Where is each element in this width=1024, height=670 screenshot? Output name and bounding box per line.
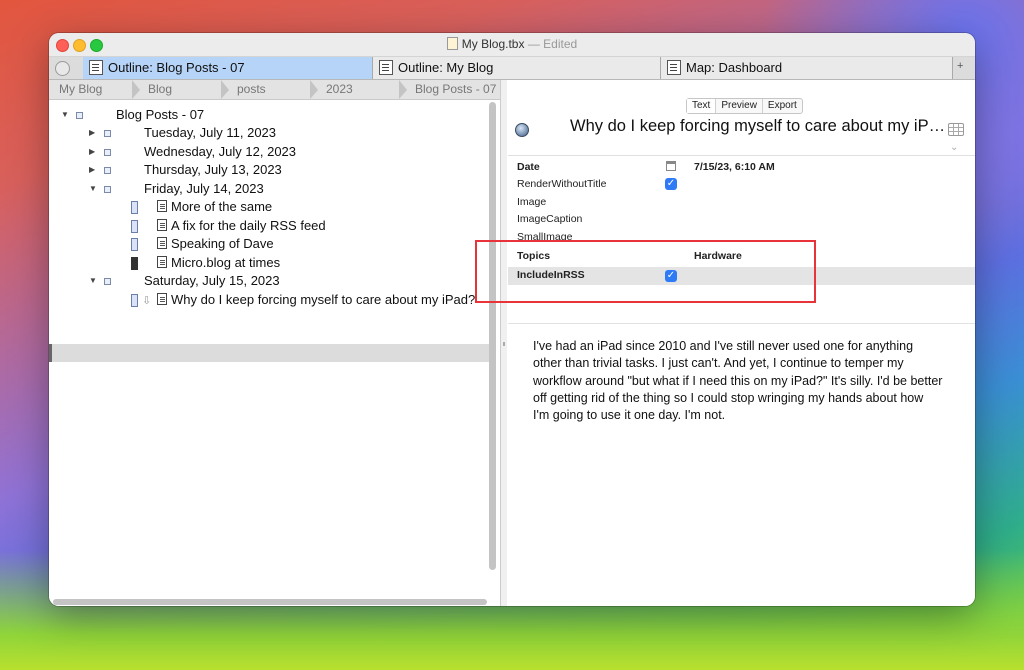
map-icon <box>667 60 681 75</box>
disclosure-collapsed-icon[interactable]: ▶ <box>89 124 95 142</box>
outline-day-label: Thursday, July 13, 2023 <box>144 162 282 177</box>
note-badge-bubble-icon[interactable] <box>515 123 529 137</box>
attribute-key: Date <box>517 161 540 173</box>
tab-label: Outline: Blog Posts - 07 <box>108 60 245 75</box>
outline-horizontal-scrollbar[interactable] <box>53 599 487 605</box>
attribute-row-date: Date 7/15/23, 6:10 AM <box>508 159 975 176</box>
app-window: My Blog.tbx — Edited Outline: Blog Posts… <box>49 33 975 606</box>
outline-day-label: Friday, July 14, 2023 <box>144 180 264 196</box>
tab-label: Map: Dashboard <box>686 60 783 75</box>
container-icon <box>104 185 111 193</box>
note-badge-icon <box>131 219 138 233</box>
outline-day-label: Saturday, July 15, 2023 <box>144 273 280 288</box>
attribute-row-render-without-title: RenderWithoutTitle ✓ <box>508 176 975 193</box>
breadcrumb-item[interactable]: My Blog <box>49 80 138 99</box>
attribute-key: Image <box>517 195 547 208</box>
attribute-row-image-caption: ImageCaption <box>508 211 975 228</box>
disclosure-expanded-icon[interactable]: ▼ <box>89 180 97 198</box>
outline-root-label: Blog Posts - 07 <box>116 107 205 122</box>
note-badge-icon <box>131 238 138 251</box>
view-mode-preview-button[interactable]: Preview <box>716 99 763 113</box>
tab-map-dashboard[interactable]: Map: Dashboard <box>661 57 953 79</box>
highlight-annotation-box <box>475 240 816 303</box>
attribute-row-image: Image <box>508 194 975 211</box>
attribute-value[interactable]: 7/15/23, 6:10 AM <box>694 161 775 173</box>
disclosure-expanded-icon[interactable]: ▼ <box>61 106 69 124</box>
breadcrumb: My Blog Blog posts 2023 Blog Posts - 07 <box>49 80 500 100</box>
container-icon <box>104 130 111 137</box>
window-separator: — <box>527 37 540 51</box>
outline-note-label: A fix for the daily RSS feed <box>171 217 326 233</box>
breadcrumb-item[interactable]: Blog <box>138 80 227 99</box>
note-body-text[interactable]: I've had an iPad since 2010 and I've sti… <box>533 338 943 424</box>
tab-bar: Outline: Blog Posts - 07 Outline: My Blo… <box>49 57 975 80</box>
page-icon <box>157 292 167 305</box>
outline-note-label: Micro.blog at times <box>171 254 281 270</box>
outline-day-label: Tuesday, July 11, 2023 <box>144 125 277 140</box>
view-mode-export-button[interactable]: Export <box>763 99 802 113</box>
page-icon <box>157 255 167 268</box>
breadcrumb-item[interactable]: posts <box>227 80 316 99</box>
container-icon <box>104 148 111 156</box>
container-icon <box>104 167 111 174</box>
disclosure-collapsed-icon[interactable]: ▶ <box>89 161 95 179</box>
outline-icon <box>89 60 103 75</box>
splitter-grip-icon <box>503 342 505 346</box>
outline-note-label: Why do I keep forcing myself to care abo… <box>171 291 476 307</box>
note-title[interactable]: Why do I keep forcing myself to care abo… <box>570 117 950 136</box>
tab-outline-my-blog[interactable]: Outline: My Blog <box>373 57 661 79</box>
breadcrumb-item[interactable]: 2023 <box>316 80 405 99</box>
container-icon <box>104 278 111 285</box>
outline-note-label: Speaking of Dave <box>171 236 274 251</box>
down-arrow-icon: ⇩ <box>142 294 152 307</box>
window-title: My Blog.tbx — Edited <box>49 37 975 51</box>
render-without-title-checkbox[interactable]: ✓ <box>665 178 677 190</box>
outline-day-label: Wednesday, July 12, 2023 <box>144 143 297 159</box>
outline-note-label: More of the same <box>171 199 273 214</box>
document-icon <box>446 37 458 50</box>
window-title-text: My Blog.tbx <box>461 37 525 51</box>
attribute-key: ImageCaption <box>517 213 583 225</box>
calendar-icon[interactable] <box>666 161 676 171</box>
note-badge-icon <box>131 293 138 307</box>
note-badge-icon <box>131 201 138 214</box>
text-pane: Text Preview Export Why do I keep forcin… <box>508 80 975 606</box>
tab-label: Outline: My Blog <box>398 60 494 75</box>
tab-overview-button[interactable] <box>55 61 70 76</box>
disclosure-expanded-icon[interactable]: ▼ <box>89 272 97 290</box>
view-mode-switcher: Text Preview Export <box>686 98 803 114</box>
divider <box>508 155 975 156</box>
page-icon <box>157 237 167 249</box>
container-icon <box>76 112 83 119</box>
scroll-thumb[interactable] <box>489 102 496 570</box>
edited-status: Edited <box>543 37 578 51</box>
outline-icon <box>379 60 393 75</box>
table-view-icon[interactable] <box>948 123 964 136</box>
note-badge-icon <box>131 256 138 270</box>
page-icon <box>157 200 167 212</box>
outline-pane: My Blog Blog posts 2023 Blog Posts - 07 … <box>49 80 501 606</box>
title-bar: My Blog.tbx — Edited <box>49 33 975 57</box>
chevron-down-icon[interactable]: ⌄ <box>950 142 958 153</box>
tab-outline-blog-posts[interactable]: Outline: Blog Posts - 07 <box>83 57 373 79</box>
view-mode-text-button[interactable]: Text <box>687 99 717 113</box>
disclosure-collapsed-icon[interactable]: ▶ <box>89 143 95 161</box>
attribute-key: RenderWithoutTitle <box>517 178 607 190</box>
divider <box>508 323 975 324</box>
selected-row-highlight <box>49 344 489 362</box>
add-tab-button[interactable]: + <box>957 60 963 72</box>
page-icon <box>157 218 167 231</box>
breadcrumb-item[interactable]: Blog Posts - 07 <box>405 80 500 99</box>
outline-vertical-scrollbar[interactable] <box>489 102 497 602</box>
